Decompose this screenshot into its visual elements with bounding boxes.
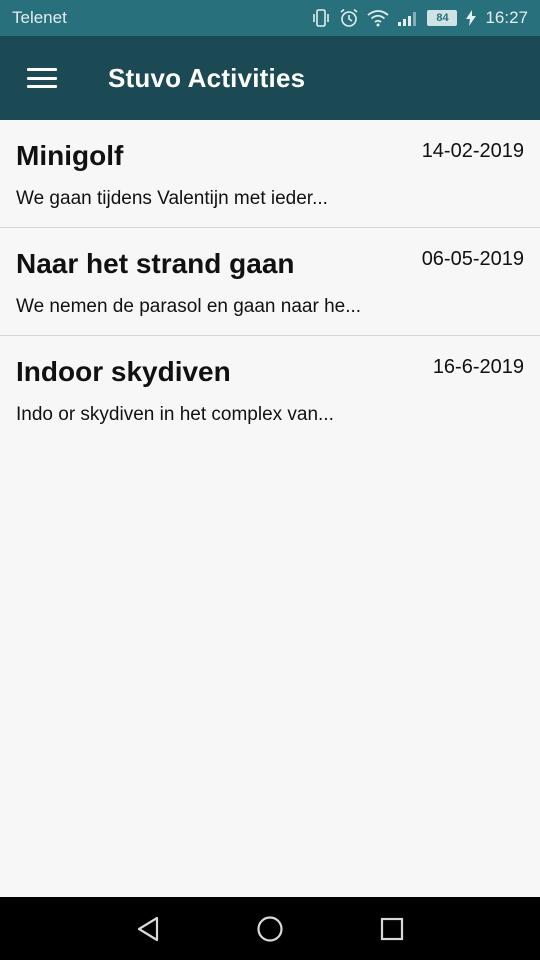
activity-item[interactable]: Naar het strand gaan 06-05-2019 We nemen… xyxy=(0,228,540,336)
screen: Telenet 84 16:27 Stuvo Activities Minigo… xyxy=(0,0,540,960)
activity-date: 06-05-2019 xyxy=(421,248,524,270)
activity-title: Indoor skydiven xyxy=(16,356,231,387)
activity-date: 16-6-2019 xyxy=(432,356,524,378)
recents-icon xyxy=(380,917,404,940)
alarm-icon xyxy=(339,8,359,28)
back-icon xyxy=(137,916,159,941)
recents-button[interactable] xyxy=(375,912,409,946)
app-title: Stuvo Activities xyxy=(108,62,306,93)
home-icon xyxy=(257,915,283,942)
activity-description: We nemen de parasol en gaan naar he... xyxy=(16,296,362,317)
navigation-bar xyxy=(0,897,540,960)
vibrate-icon xyxy=(311,9,331,27)
activity-title: Naar het strand gaan xyxy=(16,248,295,279)
clock: 16:27 xyxy=(485,8,528,27)
hamburger-menu-icon xyxy=(27,68,57,88)
carrier-label: Telenet xyxy=(12,8,67,27)
activity-description: We gaan tijdens Valentijn met ieder... xyxy=(16,188,328,209)
activity-title: Minigolf xyxy=(16,140,124,171)
signal-icon xyxy=(397,10,419,26)
wifi-icon xyxy=(367,9,390,27)
status-icons: 84 16:27 xyxy=(311,8,528,28)
activity-description: Indo or skydiven in het complex van... xyxy=(16,404,334,425)
home-button[interactable] xyxy=(253,912,287,946)
status-bar: Telenet 84 16:27 xyxy=(0,0,540,36)
activity-item[interactable]: Minigolf 14-02-2019 We gaan tijdens Vale… xyxy=(0,120,540,228)
app-bar: Stuvo Activities xyxy=(0,36,540,120)
battery-icon: 84 xyxy=(427,10,458,26)
back-button[interactable] xyxy=(131,912,165,946)
charging-icon xyxy=(465,10,477,26)
activity-date: 14-02-2019 xyxy=(421,140,524,162)
menu-button[interactable] xyxy=(0,36,84,120)
activity-item[interactable]: Indoor skydiven 16-6-2019 Indo or skydiv… xyxy=(0,336,540,444)
activity-list: Minigolf 14-02-2019 We gaan tijdens Vale… xyxy=(0,120,540,444)
